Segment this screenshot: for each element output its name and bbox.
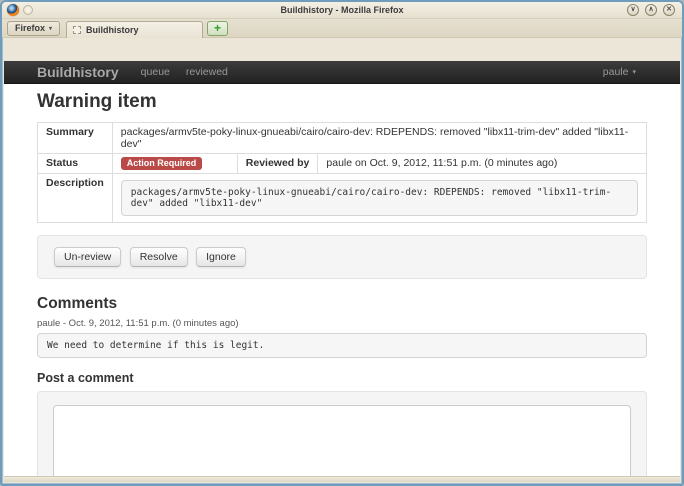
description-code: packages/armv5te-poky-linux-gnueabi/cair…	[121, 180, 638, 216]
comments-heading: Comments	[37, 295, 647, 313]
summary-value: packages/armv5te-poky-linux-gnueabi/cair…	[112, 123, 646, 154]
tab-bar: Firefox ▾ Buildhistory +	[2, 19, 682, 38]
comment-body: We need to determine if this is legit.	[37, 333, 647, 358]
titlebar-dot-button[interactable]	[23, 5, 33, 15]
status-badge: Action Required	[121, 157, 203, 170]
review-actions: Un-review Resolve Ignore	[37, 235, 647, 279]
chevron-down-icon: ▾	[49, 25, 52, 32]
minimize-icon[interactable]: ∨	[627, 4, 639, 16]
post-comment-form: Post	[37, 391, 647, 476]
firefox-menu-label: Firefox	[15, 23, 45, 33]
description-cell: packages/armv5te-poky-linux-gnueabi/cair…	[112, 174, 646, 223]
window-bottom-edge	[4, 476, 680, 482]
table-row-summary: Summary packages/armv5te-poky-linux-gnue…	[38, 123, 647, 154]
status-label: Status	[38, 154, 113, 174]
new-tab-button[interactable]: +	[207, 21, 228, 36]
description-label: Description	[38, 174, 113, 223]
close-icon[interactable]: ✕	[663, 4, 675, 16]
status-cell: Action Required	[112, 154, 237, 174]
tab-buildhistory[interactable]: Buildhistory	[66, 21, 203, 38]
browser-window: Buildhistory - Mozilla Firefox ∨ ∧ ✕ Fir…	[0, 0, 684, 486]
page-viewport: Buildhistory queue reviewed paule ▾ Warn…	[4, 61, 680, 476]
maximize-icon[interactable]: ∧	[645, 4, 657, 16]
comment-meta: paule - Oct. 9, 2012, 11:51 p.m. (0 minu…	[37, 318, 647, 329]
user-menu[interactable]: paule ▾	[603, 66, 636, 78]
warning-detail-table: Summary packages/armv5te-poky-linux-gnue…	[37, 122, 647, 223]
titlebar[interactable]: Buildhistory - Mozilla Firefox ∨ ∧ ✕	[2, 2, 682, 19]
page-content: Warning item Summary packages/armv5te-po…	[4, 84, 680, 476]
summary-label: Summary	[38, 123, 113, 154]
tab-favicon-placeholder-icon	[73, 26, 81, 34]
user-menu-label: paule	[603, 66, 629, 78]
unreview-button[interactable]: Un-review	[54, 247, 121, 267]
page-title: Warning item	[37, 91, 647, 113]
reviewed-by-label: Reviewed by	[237, 154, 318, 174]
nav-link-queue[interactable]: queue	[141, 66, 170, 78]
comment-input[interactable]	[53, 405, 631, 476]
chevron-down-icon: ▾	[632, 68, 636, 76]
resolve-button[interactable]: Resolve	[130, 247, 188, 267]
nav-link-reviewed[interactable]: reviewed	[186, 66, 228, 78]
window-title: Buildhistory - Mozilla Firefox	[2, 5, 682, 15]
post-comment-heading: Post a comment	[37, 371, 647, 385]
firefox-icon	[7, 4, 19, 16]
table-row-status: Status Action Required Reviewed by paule…	[38, 154, 647, 174]
table-row-description: Description packages/armv5te-poky-linux-…	[38, 174, 647, 223]
site-navbar: Buildhistory queue reviewed paule ▾	[4, 61, 680, 84]
reviewed-by-value: paule on Oct. 9, 2012, 11:51 p.m. (0 min…	[318, 154, 647, 174]
ignore-button[interactable]: Ignore	[196, 247, 246, 267]
comment-item: paule - Oct. 9, 2012, 11:51 p.m. (0 minu…	[37, 318, 647, 358]
brand-link[interactable]: Buildhistory	[37, 64, 119, 80]
tab-title: Buildhistory	[86, 25, 139, 35]
firefox-menu-button[interactable]: Firefox ▾	[7, 21, 60, 36]
